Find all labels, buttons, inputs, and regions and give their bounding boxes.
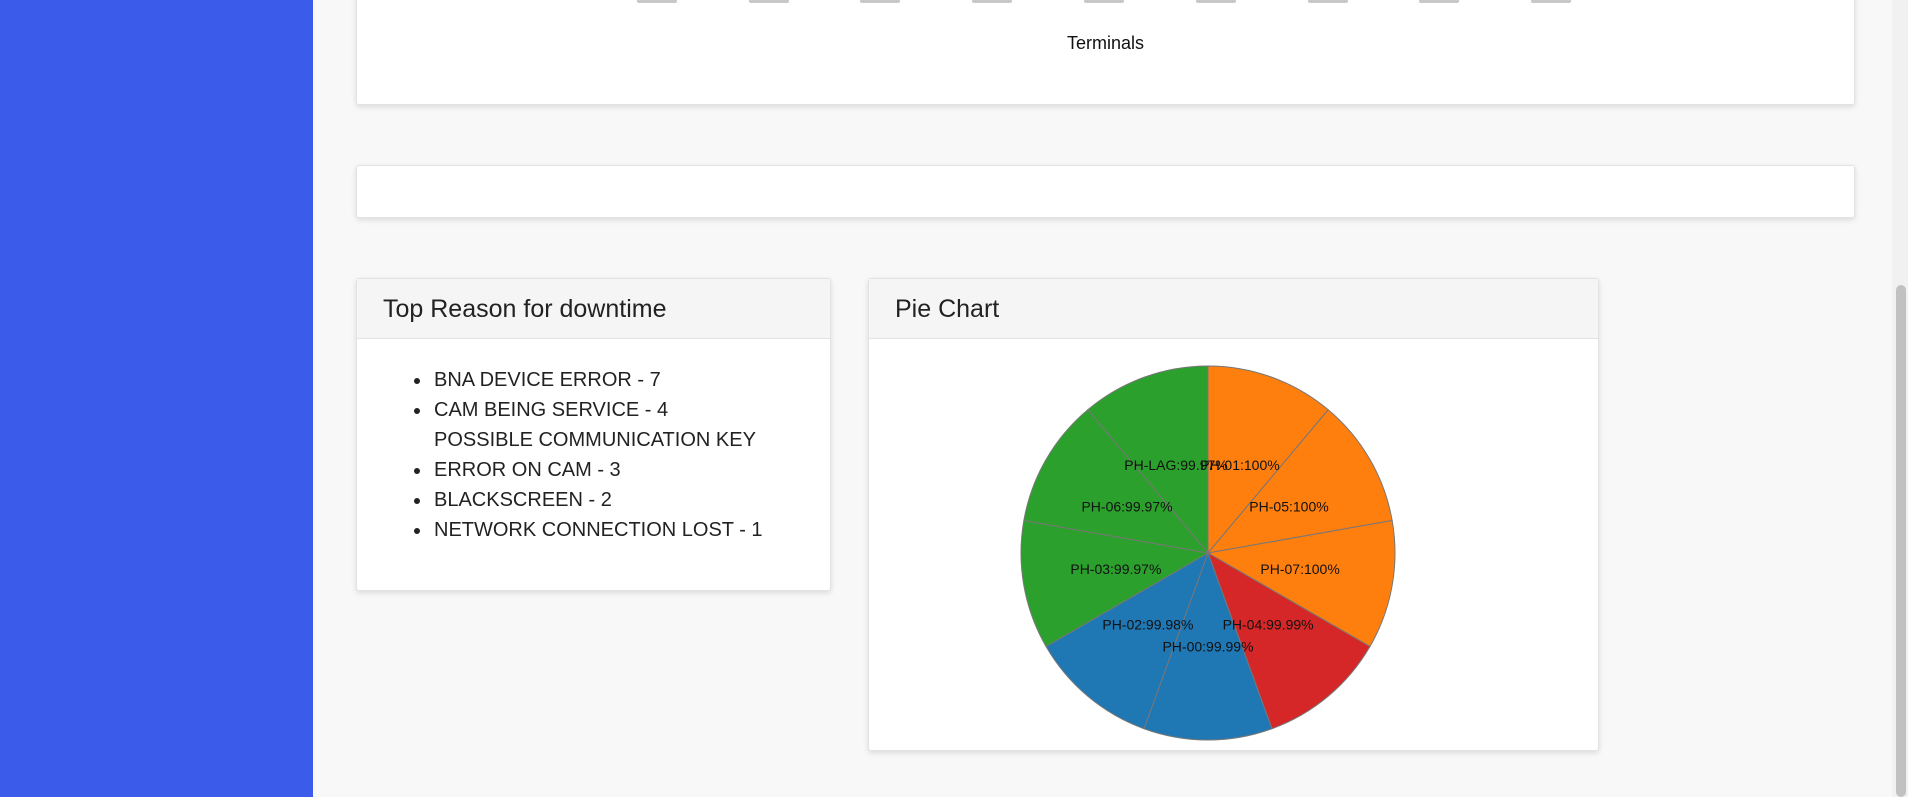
x-axis-title: Terminals xyxy=(1066,33,1145,53)
pie-slice-label: PH-LAG:99.97% xyxy=(1124,457,1228,473)
x-tick-label xyxy=(637,0,677,3)
pie-chart-card: Pie Chart PH-01:100% PH-05:100% PH-07:100%… xyxy=(868,278,1599,751)
x-tick-label xyxy=(972,0,1012,3)
downtime-reasons-list: BNA DEVICE ERROR - 7 CAM BEING SERVICE -… xyxy=(357,339,830,545)
downtime-reasons-title: Top Reason for downtime xyxy=(357,279,830,339)
x-tick-label xyxy=(1308,0,1348,3)
sidebar xyxy=(0,0,313,797)
pie-slice-label: PH-05:100% xyxy=(1249,498,1328,514)
scrollbar-thumb[interactable] xyxy=(1896,285,1906,797)
pie-chart-area: PH-01:100% PH-05:100% PH-07:100% PH-04:99.9… xyxy=(869,339,1598,750)
pie-slice-label: PH-03:99.97% xyxy=(1070,561,1161,577)
x-tick-label xyxy=(1196,0,1236,3)
pie-slice-label: PH-00:99.99% xyxy=(1162,639,1253,655)
x-tick-label xyxy=(1531,0,1571,3)
scrollbar[interactable] xyxy=(1892,0,1908,797)
pie-slice-label: PH-02:99.98% xyxy=(1102,617,1193,633)
list-item: POSSIBLE COMMUNICATION KEY ERROR ON CAM … xyxy=(432,425,830,485)
list-item: BNA DEVICE ERROR - 7 xyxy=(432,365,830,395)
x-tick-label xyxy=(1419,0,1459,3)
pie-slice-label: PH-06:99.97% xyxy=(1081,498,1172,514)
empty-panel xyxy=(356,165,1855,218)
pie-chart-title: Pie Chart xyxy=(869,279,1598,339)
list-item: CAM BEING SERVICE - 4 xyxy=(432,395,830,425)
pie-chart: PH-01:100%PH-05:100%PH-07:100%PH-04:99.9… xyxy=(1020,365,1396,741)
list-item: BLACKSCREEN - 2 xyxy=(432,485,830,515)
terminals-chart-card: Terminals xyxy=(356,0,1855,105)
x-tick-label xyxy=(860,0,900,3)
x-axis-tick-labels xyxy=(357,0,1854,5)
list-item: NETWORK CONNECTION LOST - 1 xyxy=(432,515,830,545)
x-tick-label xyxy=(749,0,789,3)
pie-slice-label: PH-07:100% xyxy=(1260,561,1339,577)
downtime-reasons-card: Top Reason for downtime BNA DEVICE ERROR… xyxy=(356,278,831,591)
x-tick-label xyxy=(1084,0,1124,3)
pie-slice-label: PH-04:99.99% xyxy=(1223,617,1314,633)
